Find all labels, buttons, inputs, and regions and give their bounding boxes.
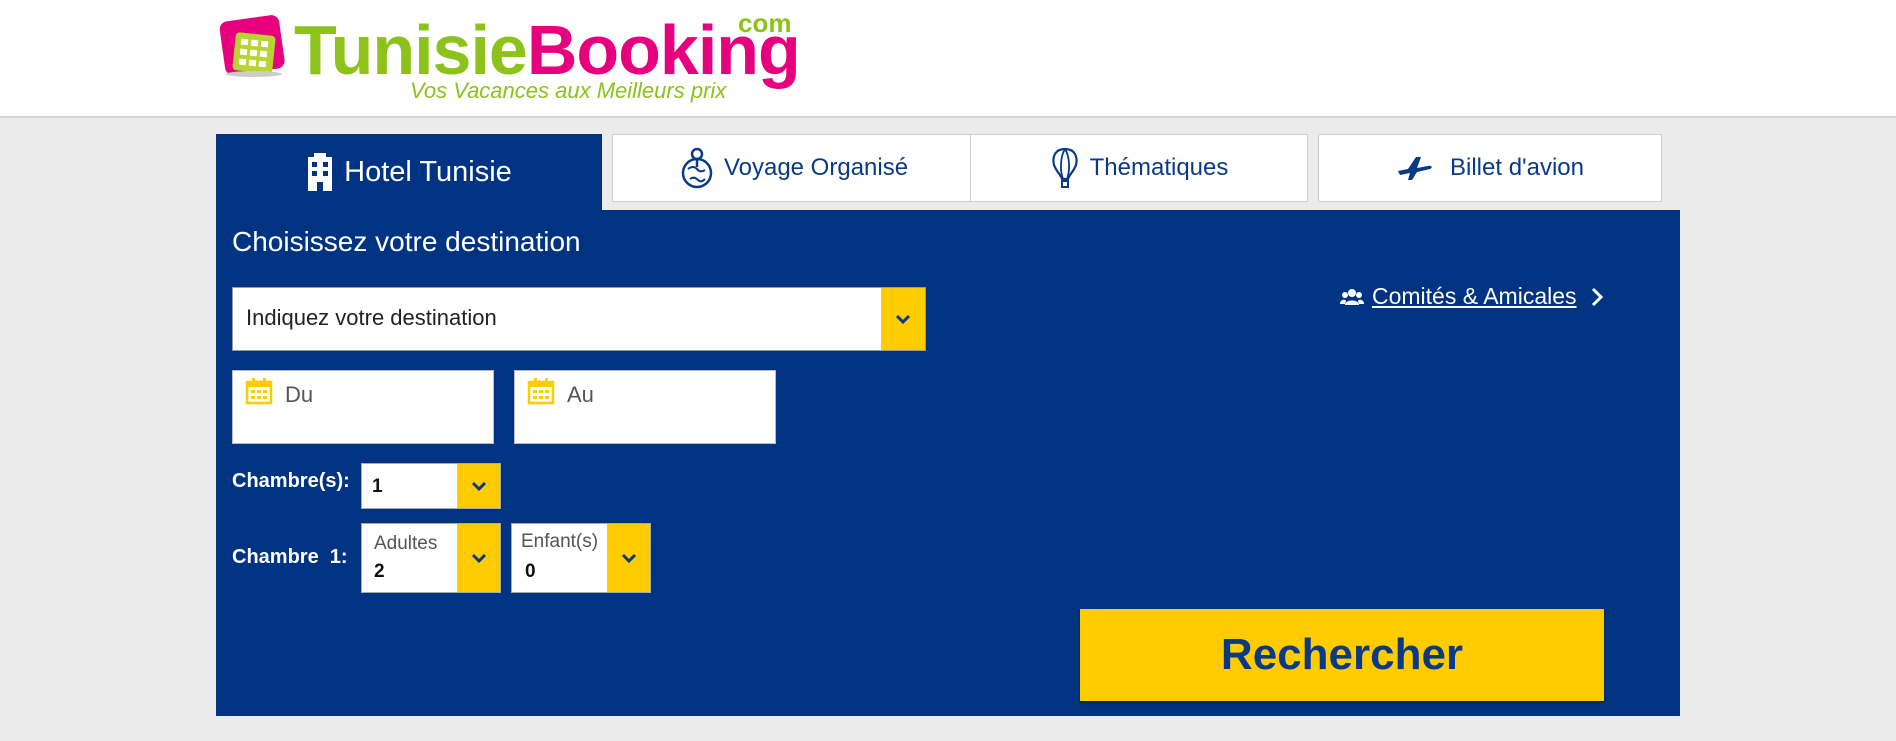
destination-select[interactable]	[232, 287, 926, 351]
panel-title: Choisissez votre destination	[232, 226, 581, 257]
rooms-select[interactable]: 1	[361, 463, 501, 509]
children-select[interactable]: Enfant(s) 0	[511, 523, 651, 593]
tab-label: Hotel Tunisie	[344, 155, 512, 188]
adults-label: Adultes	[374, 533, 438, 554]
calendar-icon	[527, 378, 555, 405]
airplane-icon	[1396, 155, 1434, 181]
tab-voyage-organise[interactable]: Voyage Organisé	[612, 134, 976, 202]
tab-hotel-tunisie[interactable]: Hotel Tunisie	[216, 134, 602, 210]
site-logo[interactable]: TunisieBooking com Vos Vacances aux Meil…	[218, 8, 818, 108]
tab-label: Billet d'avion	[1450, 154, 1584, 181]
rooms-label: Chambre(s):	[232, 470, 350, 492]
logo-com: com	[738, 8, 792, 38]
search-panel: Choisissez votre destination Chambre(s)	[216, 210, 1680, 716]
children-value: 0	[525, 561, 536, 582]
adults-value: 2	[374, 561, 385, 582]
globe-pin-icon	[680, 147, 714, 189]
destination-input[interactable]	[233, 288, 866, 348]
children-label: Enfant(s)	[521, 531, 599, 552]
site-header: TunisieBooking com Vos Vacances aux Meil…	[0, 0, 1896, 118]
room1-label-text: Chambre 1:	[232, 546, 348, 568]
chevron-down-icon	[471, 553, 486, 563]
logo-slogan: Vos Vacances aux Meilleurs prix	[410, 78, 727, 103]
date-from-field[interactable]	[232, 370, 494, 444]
chevron-right-icon	[1591, 287, 1603, 306]
rooms-dropdown-button[interactable]	[457, 464, 500, 508]
chevron-down-icon	[471, 481, 486, 491]
adults-dropdown-button[interactable]	[457, 524, 500, 592]
date-to-input[interactable]	[565, 379, 769, 411]
committees-link-label: Comités & Amicales	[1372, 283, 1577, 309]
room1-label: Chambre 1:	[232, 546, 348, 569]
calendar-icon	[245, 378, 273, 405]
building-icon	[306, 153, 334, 191]
users-icon	[1340, 288, 1364, 305]
chevron-down-icon	[621, 553, 636, 563]
destination-dropdown-button[interactable]	[881, 288, 925, 350]
logo-badge-icon	[219, 15, 285, 77]
chevron-down-icon	[895, 314, 911, 324]
rooms-value: 1	[372, 476, 383, 497]
children-dropdown-button[interactable]	[607, 524, 650, 592]
search-tabs: Hotel Tunisie Voyage Organisé Thématique…	[216, 134, 1680, 210]
adults-select[interactable]: Adultes 2	[361, 523, 501, 593]
tab-thematiques[interactable]: Thématiques	[970, 134, 1308, 202]
date-to-field[interactable]	[514, 370, 776, 444]
committees-link[interactable]: Comités & Amicales	[1340, 283, 1603, 310]
date-from-input[interactable]	[283, 379, 487, 411]
tab-label: Thématiques	[1089, 154, 1229, 181]
balloon-icon	[1050, 147, 1080, 189]
tab-billet-avion[interactable]: Billet d'avion	[1318, 134, 1662, 202]
tab-label: Voyage Organisé	[723, 154, 909, 181]
search-button[interactable]: Rechercher	[1080, 609, 1604, 701]
